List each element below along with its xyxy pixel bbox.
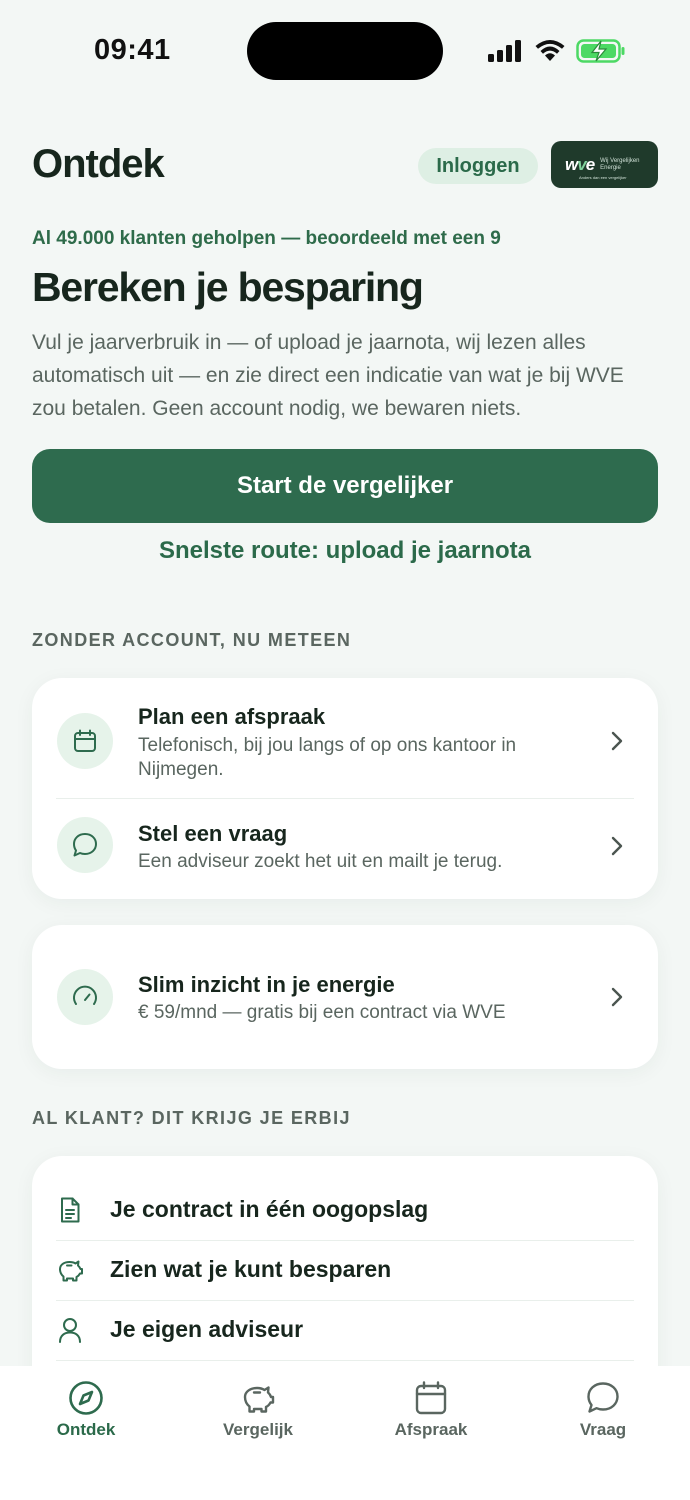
hero-tagline: Al 49.000 klanten geholpen — beoordeeld … <box>32 228 501 249</box>
row-subtitle: Telefonisch, bij jou langs of op ons kan… <box>138 735 517 780</box>
piggy-bank-icon <box>243 1386 275 1413</box>
upload-annual-bill-link[interactable]: Snelste route: upload je jaarnota <box>0 537 690 565</box>
energy-insight-card[interactable]: Slim inzicht in je energie € 59/mnd — gr… <box>32 925 658 1069</box>
calendar-icon <box>415 1381 447 1415</box>
compass-icon <box>69 1381 103 1415</box>
user-icon <box>59 1318 81 1343</box>
tab-vraag[interactable]: Vraag <box>543 1380 663 1450</box>
tab-label: Vergelijk <box>223 1420 293 1439</box>
logo-tagline: Anders dan een vergelijker <box>579 175 627 180</box>
signal-icon <box>488 40 521 62</box>
wifi-icon <box>535 40 565 61</box>
tab-ontdek[interactable]: Ontdek <box>26 1380 146 1450</box>
plan-appointment-row[interactable]: Plan een afspraak Telefonisch, bij jou l… <box>32 678 658 798</box>
perk-item-advisor: Je eigen adviseur <box>56 1300 634 1360</box>
dynamic-island <box>247 22 443 80</box>
row-title: Plan een afspraak <box>138 704 326 729</box>
ask-question-row[interactable]: Stel een vraag Een adviseur zoekt het ui… <box>32 799 658 899</box>
chat-bubble-icon <box>57 817 113 873</box>
login-button[interactable]: Inloggen <box>418 148 538 184</box>
chevron-right-icon <box>611 836 623 856</box>
quick-actions-card: Plan een afspraak Telefonisch, bij jou l… <box>32 678 658 899</box>
logo-name: Wij Vergelijken Energie <box>600 157 640 171</box>
perk-label: Je contract in één oogopslag <box>110 1196 429 1222</box>
section-label-no-account: ZONDER ACCOUNT, NU METEEN <box>32 630 352 650</box>
page-title: Ontdek <box>32 142 165 186</box>
piggy-bank-icon <box>59 1260 83 1282</box>
status-bar: 09:41 <box>0 0 690 100</box>
section-label-customer: AL KLANT? DIT KRIJG JE ERBIJ <box>32 1108 351 1128</box>
perk-label: Zien wat je kunt besparen <box>110 1256 392 1282</box>
perk-item-savings: Zien wat je kunt besparen <box>56 1240 634 1300</box>
status-icons <box>488 36 626 66</box>
row-subtitle: Een adviseur zoekt het uit en mailt je t… <box>138 851 503 872</box>
battery-charging-icon <box>576 39 625 63</box>
perk-item-contract: Je contract in één oogopslag <box>56 1180 634 1240</box>
hero-title: Bereken je besparing <box>32 264 424 310</box>
header: Ontdek Inloggen wve Wij Vergelijken Ener… <box>32 140 658 190</box>
status-time: 09:41 <box>94 34 171 66</box>
divider <box>56 1360 634 1361</box>
tab-label: Vraag <box>579 1420 627 1439</box>
document-icon <box>61 1197 80 1223</box>
tab-label: Afspraak <box>394 1420 468 1439</box>
hero-body: Vul je jaarverbruik in — of upload je ja… <box>32 331 624 420</box>
row-title: Stel een vraag <box>138 821 288 846</box>
tab-afspraak[interactable]: Afspraak <box>371 1380 491 1450</box>
logo-mark: wve <box>565 154 595 174</box>
perk-label: Je eigen adviseur <box>110 1316 304 1342</box>
start-comparer-button[interactable]: Start de vergelijker <box>32 449 658 523</box>
bottom-tab-bar: Ontdek Vergelijk Afspraak Vraag <box>0 1366 690 1500</box>
tab-label: Ontdek <box>56 1420 116 1439</box>
row-title: Slim inzicht in je energie <box>138 972 395 997</box>
chevron-right-icon <box>611 731 623 751</box>
row-subtitle: € 59/mnd — gratis bij een contract via W… <box>138 1002 506 1023</box>
calendar-icon <box>57 713 113 769</box>
brand-logo: wve Wij Vergelijken Energie Anders dan e… <box>551 141 658 188</box>
tab-vergelijk[interactable]: Vergelijk <box>198 1380 318 1450</box>
gauge-icon <box>57 969 113 1025</box>
chat-bubble-icon <box>587 1382 619 1413</box>
chevron-right-icon <box>611 987 623 1007</box>
